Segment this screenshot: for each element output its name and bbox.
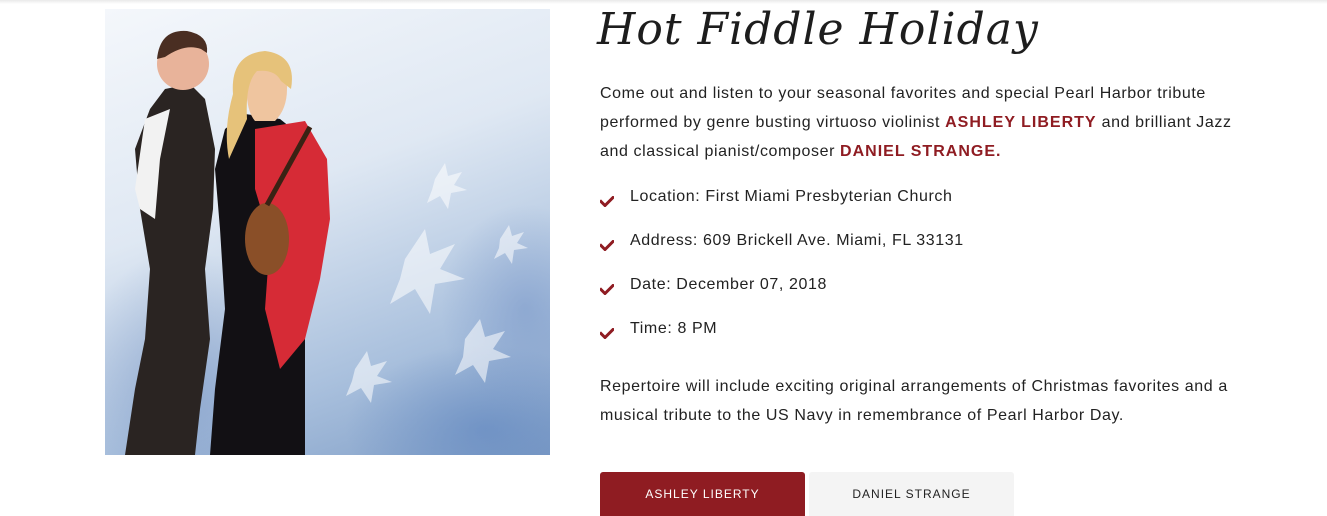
check-icon bbox=[598, 317, 630, 347]
check-icon bbox=[598, 273, 630, 303]
detail-date: Date: December 07, 2018 bbox=[598, 273, 964, 317]
tab-daniel-strange[interactable]: DANIEL STRANGE bbox=[809, 472, 1014, 516]
detail-time-text: Time: 8 PM bbox=[630, 320, 718, 337]
artist-link-ashley-liberty[interactable]: ASHLEY LIBERTY bbox=[945, 114, 1097, 131]
event-photo bbox=[105, 9, 550, 455]
artist-link-daniel-strange[interactable]: DANIEL STRANGE. bbox=[840, 143, 1001, 160]
detail-time: Time: 8 PM bbox=[598, 317, 964, 361]
detail-date-text: Date: December 07, 2018 bbox=[630, 276, 828, 293]
detail-location-text: Location: First Miami Presbyterian Churc… bbox=[630, 188, 953, 205]
event-title: Hot Fiddle Holiday bbox=[597, 4, 1039, 55]
detail-address-text: Address: 609 Brickell Ave. Miami, FL 331… bbox=[630, 232, 964, 249]
event-details-list: Location: First Miami Presbyterian Churc… bbox=[598, 185, 964, 361]
tab-ashley-liberty[interactable]: ASHLEY LIBERTY bbox=[600, 472, 805, 516]
check-icon bbox=[598, 229, 630, 259]
repertoire-text: Repertoire will include exciting origina… bbox=[600, 378, 1228, 424]
detail-location: Location: First Miami Presbyterian Churc… bbox=[598, 185, 964, 229]
event-intro: Come out and listen to your seasonal fav… bbox=[600, 79, 1260, 166]
detail-address: Address: 609 Brickell Ave. Miami, FL 331… bbox=[598, 229, 964, 273]
musicians-illustration bbox=[125, 30, 528, 455]
artist-tabs: ASHLEY LIBERTY DANIEL STRANGE bbox=[600, 472, 1018, 516]
check-icon bbox=[598, 185, 630, 215]
